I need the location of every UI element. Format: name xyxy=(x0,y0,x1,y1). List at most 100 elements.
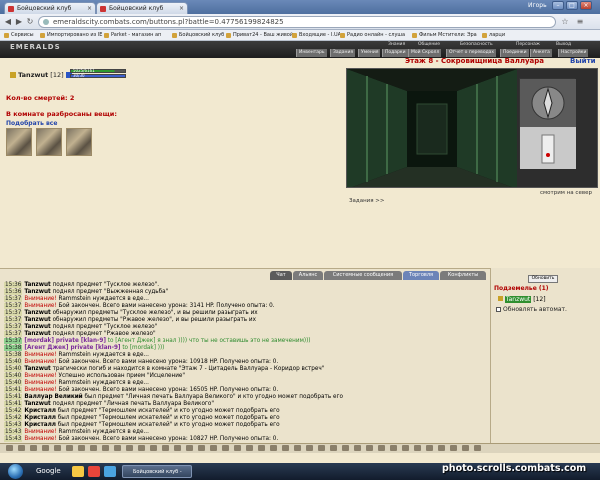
chat-sender[interactable]: Tanzwut xyxy=(24,324,50,330)
toolbar-action-icon[interactable] xyxy=(342,445,349,451)
toolbar-action-icon[interactable] xyxy=(366,445,373,451)
toolbar-action-icon[interactable] xyxy=(150,445,157,451)
toolbar-action-icon[interactable] xyxy=(306,445,313,451)
toolbar-action-icon[interactable] xyxy=(330,445,337,451)
menu-top-item[interactable]: Знания xyxy=(388,42,405,47)
toolbar-action-icon[interactable] xyxy=(294,445,301,451)
toolbar-action-icon[interactable] xyxy=(462,445,469,451)
star-icon[interactable]: ☆ xyxy=(560,17,570,27)
chat-tab[interactable]: Альянс xyxy=(293,271,323,280)
bookmark-item[interactable]: Фильм Мстители: Эра xyxy=(412,30,477,40)
bookmark-item[interactable]: ларци xyxy=(482,30,505,40)
taskbar-google[interactable]: Google xyxy=(36,467,61,475)
toolbar-action-icon[interactable] xyxy=(210,445,217,451)
refresh-button[interactable]: Обновить xyxy=(528,275,558,283)
toolbar-action-icon[interactable] xyxy=(18,445,25,451)
chat-tab[interactable]: Чат xyxy=(270,271,292,280)
toolbar-action-icon[interactable] xyxy=(234,445,241,451)
menu-bottom-item[interactable]: Подарки xyxy=(382,49,408,57)
minimap[interactable] xyxy=(519,78,576,169)
toolbar-action-icon[interactable] xyxy=(450,445,457,451)
toolbar-action-icon[interactable] xyxy=(30,445,37,451)
reload-icon[interactable]: ↻ xyxy=(25,17,35,27)
bookmark-item[interactable]: Бойцовский клуб xyxy=(172,30,224,40)
chat-sender[interactable]: Tanzwut xyxy=(24,366,50,372)
browser-icon[interactable] xyxy=(104,466,116,477)
url-input[interactable]: emeraldscity.combats.com/buttons.pl?batt… xyxy=(38,16,556,28)
toolbar-action-icon[interactable] xyxy=(126,445,133,451)
toolbar-action-icon[interactable] xyxy=(246,445,253,451)
chat-sender[interactable]: Tanzwut xyxy=(24,401,50,407)
bookmark-item[interactable]: Приват24 - Ваш живой xyxy=(226,30,293,40)
menu-top-item[interactable]: Общение xyxy=(418,42,440,47)
tab-close-icon[interactable]: × xyxy=(87,3,92,14)
bookmark-item[interactable]: Радио онлайн - слуша xyxy=(340,30,405,40)
chat-sender[interactable]: [Агент Джек] private [klan-9] xyxy=(24,345,120,351)
folder-icon[interactable] xyxy=(72,466,84,477)
bookmark-item[interactable]: Parket - магазин ап xyxy=(104,30,161,40)
toolbar-action-icon[interactable] xyxy=(66,445,73,451)
menu-top-item[interactable]: Выход xyxy=(556,42,571,47)
online-user[interactable]: Tanzwut [12] xyxy=(498,296,546,303)
menu-bottom-item[interactable]: Анкета xyxy=(530,49,552,57)
chat-sender[interactable]: [mordak] private [klan-9] xyxy=(24,338,106,344)
toolbar-action-icon[interactable] xyxy=(162,445,169,451)
toolbar-action-icon[interactable] xyxy=(6,445,13,451)
menu-bottom-item[interactable]: Инвентарь xyxy=(296,49,327,57)
menu-bottom-item[interactable]: Задания xyxy=(330,49,356,57)
toolbar-action-icon[interactable] xyxy=(198,445,205,451)
menu-bottom-item[interactable]: Поединки xyxy=(500,49,529,57)
toolbar-action-icon[interactable] xyxy=(390,445,397,451)
toolbar-action-icon[interactable] xyxy=(270,445,277,451)
menu-top-item[interactable]: Безопасность xyxy=(460,42,493,47)
toolbar-action-icon[interactable] xyxy=(222,445,229,451)
chat-tab[interactable]: Системные сообщения xyxy=(324,271,402,280)
toolbar-action-icon[interactable] xyxy=(174,445,181,451)
back-arrow-icon[interactable]: ◀ xyxy=(3,17,13,27)
tab-close-icon[interactable]: × xyxy=(179,3,184,14)
pick-all-link[interactable]: Подобрать все xyxy=(6,120,57,127)
maximize-button[interactable]: □ xyxy=(566,1,578,10)
tab-2[interactable]: Бойцовский клуб × xyxy=(96,2,188,14)
minimize-button[interactable]: – xyxy=(552,1,564,10)
chat-sender[interactable]: Кристалл xyxy=(24,415,56,421)
toolbar-action-icon[interactable] xyxy=(78,445,85,451)
chat-sender[interactable]: Tanzwut xyxy=(24,289,50,295)
toolbar-action-icon[interactable] xyxy=(258,445,265,451)
bookmark-item[interactable]: Входящие - I.UA xyxy=(292,30,341,40)
forward-arrow-icon[interactable]: ▶ xyxy=(14,17,24,27)
room-item[interactable] xyxy=(36,128,62,156)
chat-sender[interactable]: Tanzwut xyxy=(24,282,50,288)
media-icon[interactable] xyxy=(88,466,100,477)
chat-sender[interactable]: Кристалл xyxy=(24,408,56,414)
menu-top-item[interactable]: Персонаж xyxy=(516,42,540,47)
chat-tab[interactable]: Торговля xyxy=(403,271,439,280)
toolbar-action-icon[interactable] xyxy=(438,445,445,451)
menu-bottom-item[interactable]: Мой Скролл xyxy=(408,49,442,57)
room-item[interactable] xyxy=(6,128,32,156)
toolbar-action-icon[interactable] xyxy=(138,445,145,451)
taskbar-app-button[interactable]: Бойцовский клуб - xyxy=(122,465,192,478)
bookmark-item[interactable]: Сервисы xyxy=(4,30,34,40)
tab-1[interactable]: Бойцовский клуб × xyxy=(4,2,96,14)
toolbar-action-icon[interactable] xyxy=(102,445,109,451)
menu-bottom-item[interactable]: Настройки xyxy=(558,49,589,57)
close-window-button[interactable]: × xyxy=(580,1,592,10)
chat-sender[interactable]: Валлуар Великий xyxy=(24,394,82,400)
toolbar-action-icon[interactable] xyxy=(282,445,289,451)
chat-sender[interactable]: Tanzwut xyxy=(24,331,50,337)
toolbar-action-icon[interactable] xyxy=(114,445,121,451)
tasks-link[interactable]: Задания >> xyxy=(349,198,385,204)
room-item[interactable] xyxy=(66,128,92,156)
exit-link[interactable]: Выйти xyxy=(570,57,596,65)
menu-bottom-item[interactable]: Умения xyxy=(358,49,381,57)
chat-sender[interactable]: Tanzwut xyxy=(24,310,50,316)
chat-tab[interactable]: Конфликты xyxy=(440,271,486,280)
toolbar-action-icon[interactable] xyxy=(186,445,193,451)
toolbar-action-icon[interactable] xyxy=(318,445,325,451)
player-name[interactable]: Tanzwut [12] xyxy=(10,71,72,79)
chat-sender[interactable]: Tanzwut xyxy=(24,317,50,323)
toolbar-action-icon[interactable] xyxy=(42,445,49,451)
toolbar-action-icon[interactable] xyxy=(354,445,361,451)
toolbar-action-icon[interactable] xyxy=(378,445,385,451)
